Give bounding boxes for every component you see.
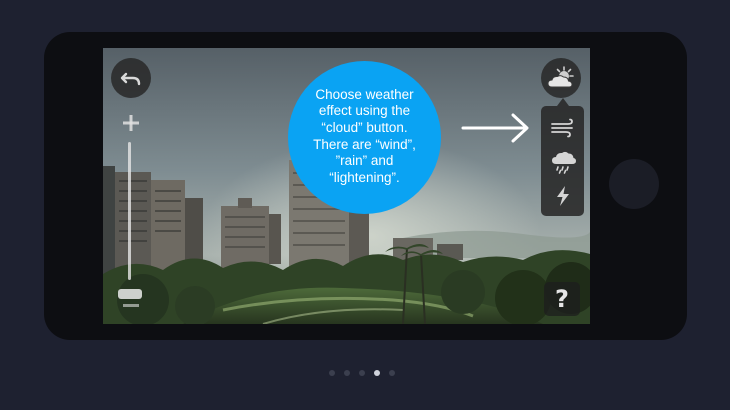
wind-icon	[550, 118, 573, 138]
pagination-dot[interactable]	[389, 370, 395, 376]
sun-cloud-icon	[547, 66, 574, 88]
undo-icon	[120, 72, 141, 86]
weather-cloud-button[interactable]	[541, 58, 581, 98]
lightning-icon	[556, 186, 569, 206]
pagination-dots	[329, 370, 395, 378]
zoom-out-icon[interactable]	[122, 298, 140, 310]
pagination-dot-active[interactable]	[374, 370, 380, 376]
pagination-dot[interactable]	[344, 370, 350, 376]
zoom-in-icon[interactable]	[122, 114, 140, 132]
pagination-dot[interactable]	[329, 370, 335, 376]
weather-effects-menu	[541, 98, 584, 216]
undo-button[interactable]	[111, 58, 151, 98]
lightning-effect-button[interactable]	[547, 182, 578, 210]
help-button[interactable]: ?	[544, 282, 580, 316]
wind-effect-button[interactable]	[547, 114, 578, 142]
rain-cloud-icon	[551, 151, 576, 174]
question-mark-icon: ?	[555, 285, 569, 313]
arrow-right-icon	[461, 113, 529, 143]
tutorial-callout: Choose weather effect using the “cloud” …	[288, 61, 441, 214]
rain-effect-button[interactable]	[547, 148, 578, 176]
tutorial-stage: ? Choose weather effect using the “cloud…	[0, 0, 730, 410]
zoom-slider-track[interactable]	[128, 142, 131, 280]
callout-text: Choose weather effect using the “cloud” …	[313, 86, 416, 185]
phone-home-button	[609, 159, 659, 209]
pagination-dot[interactable]	[359, 370, 365, 376]
